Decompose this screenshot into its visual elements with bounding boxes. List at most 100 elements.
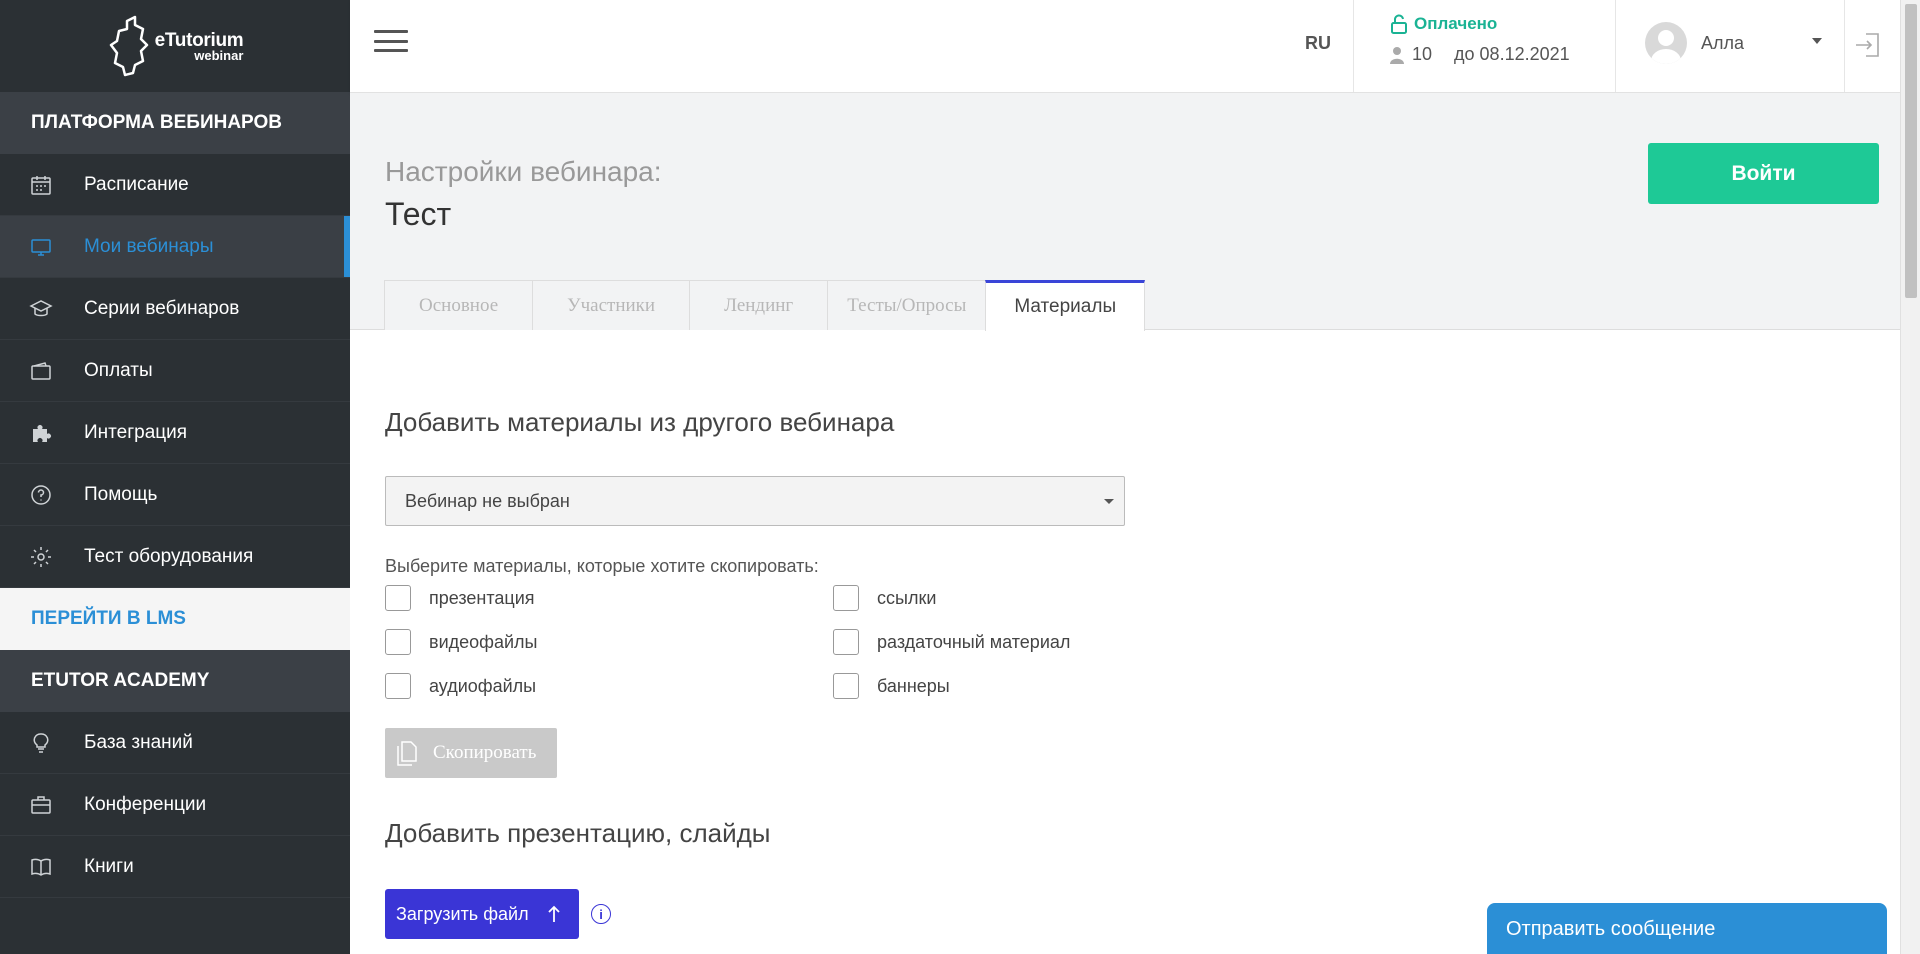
option-label: презентация [429,587,535,608]
send-message-button[interactable]: Отправить сообщение [1487,903,1887,954]
checkbox[interactable] [833,629,859,655]
arrow-up-icon [547,905,560,922]
book-icon [28,854,54,880]
menu-toggle-icon[interactable] [374,30,408,52]
briefcase-icon [28,792,54,818]
page-header: Настройки вебинара: Тест Войти Основное … [350,93,1900,331]
user-name: Алла [1701,32,1745,53]
copy-hint: Выберите материалы, которые хотите скопи… [385,556,819,576]
gear-icon [28,544,54,570]
sidebar-item-payments[interactable]: Оплаты [0,340,350,402]
language-switcher[interactable]: RU [1305,33,1331,54]
option-audio[interactable]: аудиофайлы [385,673,833,699]
upload-button-label: Загрузить файл [396,903,529,924]
sidebar-item-webinar-series[interactable]: Серии вебинаров [0,278,350,340]
page-title: Тест [385,196,452,232]
option-label: ссылки [877,587,937,608]
user-menu[interactable]: Алла [1645,22,1744,64]
scrollbar-thumb[interactable] [1905,4,1917,298]
logo[interactable]: eTutorium webinar [0,0,350,92]
option-links[interactable]: ссылки [833,585,1133,611]
sidebar-section-academy: ETUTOR ACADEMY [0,650,350,712]
logo-subtitle: webinar [194,47,244,63]
option-handouts[interactable]: раздаточный материал [833,629,1133,655]
sidebar-item-label: Тест оборудования [84,545,254,567]
option-label: аудиофайлы [429,675,537,696]
option-videos[interactable]: видеофайлы [385,629,833,655]
sidebar: eTutorium webinar ПЛАТФОРМА ВЕБИНАРОВ Ра… [0,0,350,954]
sidebar-item-label: Конференции [84,793,207,815]
logo-mark-icon [109,15,148,77]
sidebar-item-books[interactable]: Книги [0,836,350,898]
sidebar-item-label: Расписание [84,173,189,195]
sidebar-item-knowledge-base[interactable]: База знаний [0,712,350,774]
tab-main[interactable]: Основное [384,280,534,330]
puzzle-icon [28,420,54,446]
subscription-status: Оплачено 10 до 08.12.2021 [1390,14,1570,65]
sidebar-item-equipment-test[interactable]: Тест оборудования [0,526,350,588]
sidebar-item-integration[interactable]: Интеграция [0,402,350,464]
calendar-icon [28,172,54,198]
source-webinar-select[interactable]: Вебинар не выбран [385,476,1125,526]
tab-participants[interactable]: Участники [532,280,691,330]
sidebar-item-my-webinars[interactable]: Мои вебинары [0,216,350,278]
materials-content: Добавить материалы из другого вебинара В… [385,330,1865,939]
graduation-cap-icon [28,296,54,322]
option-label: баннеры [877,675,950,696]
checkbox[interactable] [385,673,411,699]
sidebar-item-schedule[interactable]: Расписание [0,154,350,216]
logout-icon[interactable] [1852,30,1882,60]
sidebar-section-webinars: ПЛАТФОРМА ВЕБИНАРОВ [0,92,350,154]
copy-materials-title: Добавить материалы из другого вебинара [385,407,895,437]
option-presentation[interactable]: презентация [385,585,833,611]
tab-landing[interactable]: Лендинг [689,280,829,330]
checkbox[interactable] [385,629,411,655]
copy-button-label: Скопировать [433,742,537,763]
seats-count: 10 [1412,44,1433,64]
lightbulb-icon [28,730,54,756]
sidebar-link-lms[interactable]: ПЕРЕЙТИ В LMS [0,588,350,650]
valid-until: до 08.12.2021 [1454,44,1570,64]
copy-icon [397,741,417,766]
logo-title: eTutorium [154,29,244,51]
scrollbar[interactable] [1900,0,1920,954]
enter-webinar-button[interactable]: Войти [1648,143,1879,204]
select-value: Вебинар не выбран [405,490,570,511]
user-icon [1390,46,1404,64]
presentation-title: Добавить презентацию, слайды [385,818,771,848]
sidebar-item-label: Оплаты [84,359,153,381]
sidebar-item-help[interactable]: Помощь [0,464,350,526]
tab-tests-polls[interactable]: Тесты/Опросы [827,280,987,330]
wallet-icon [28,358,54,384]
divider [1844,0,1845,92]
copy-button[interactable]: Скопировать [385,728,557,778]
avatar [1645,22,1687,64]
page-subtitle: Настройки вебинара: [385,156,662,187]
sidebar-item-label: База знаний [84,731,193,753]
info-icon[interactable]: i [591,904,611,924]
sidebar-item-label: Интеграция [84,421,188,443]
paid-label: Оплачено [1414,14,1498,33]
checkbox[interactable] [833,673,859,699]
material-options: презентация ссылки видеофайлы раздаточны… [385,585,1865,699]
topbar: RU Оплачено 10 до 08.12.2021 Алла [350,0,1900,93]
tab-materials[interactable]: Материалы [985,280,1146,331]
upload-file-button[interactable]: Загрузить файл [385,889,579,939]
sidebar-item-label: Книги [84,855,134,877]
sidebar-item-conferences[interactable]: Конференции [0,774,350,836]
option-label: видеофайлы [429,631,538,652]
divider [1615,0,1616,92]
chevron-down-icon[interactable] [1812,38,1822,44]
sidebar-item-label: Мои вебинары [84,235,214,257]
sidebar-item-label: Помощь [84,483,158,505]
divider [1353,0,1354,92]
option-banners[interactable]: баннеры [833,673,1133,699]
option-label: раздаточный материал [877,631,1071,652]
sidebar-item-label: Серии вебинаров [84,297,240,319]
unlock-icon [1391,14,1407,34]
checkbox[interactable] [833,585,859,611]
settings-tabs: Основное Участники Лендинг Тесты/Опросы … [384,280,1146,331]
help-icon [28,482,54,508]
checkbox[interactable] [385,585,411,611]
monitor-icon [28,234,54,260]
